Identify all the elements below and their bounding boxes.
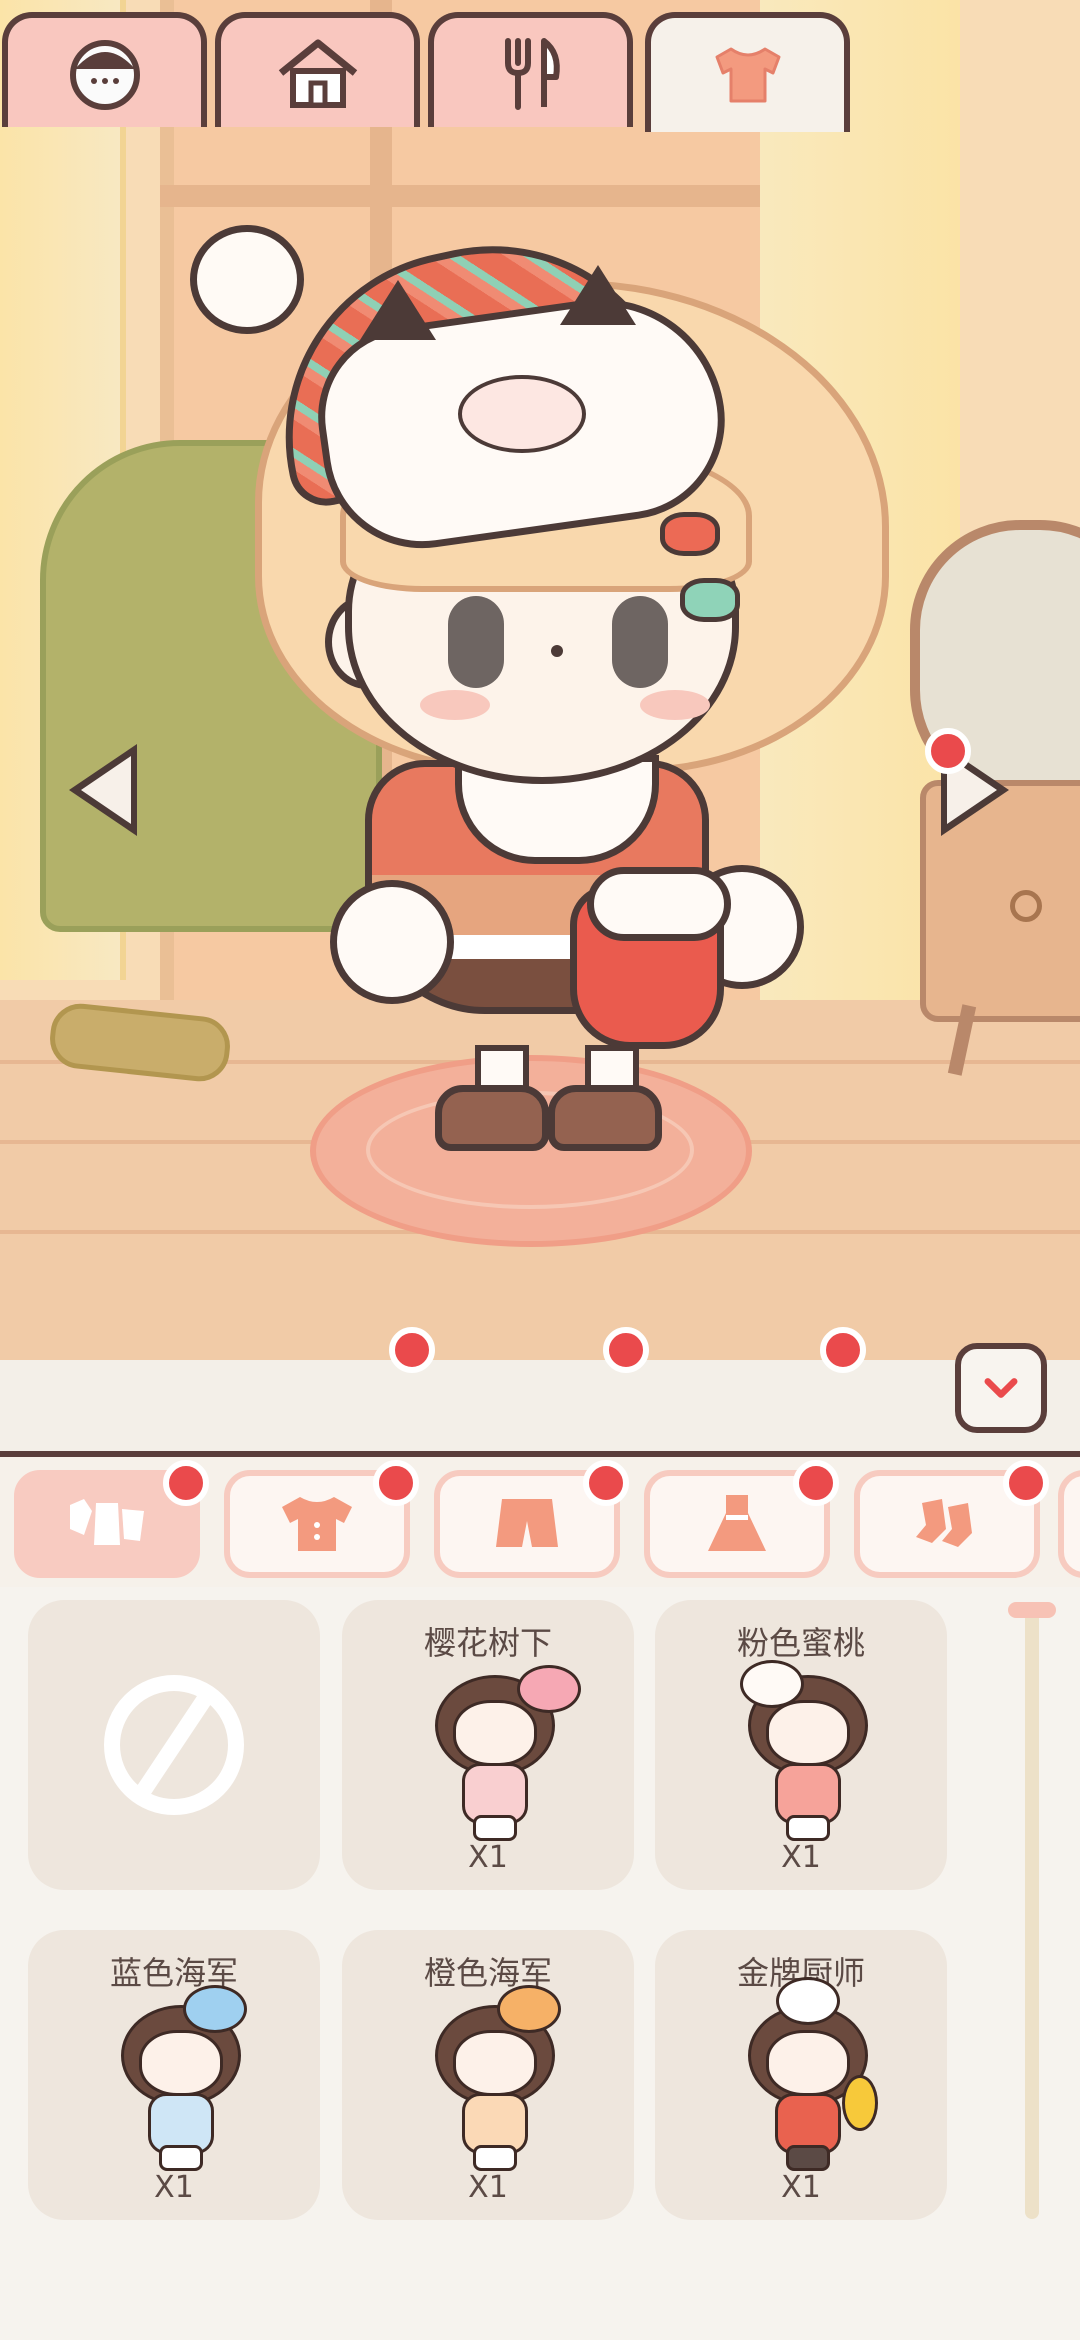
character-blush xyxy=(420,690,490,720)
item-count: X1 xyxy=(154,2170,194,2205)
chef-hat-icon xyxy=(776,1977,840,2025)
tab-home[interactable] xyxy=(215,12,420,127)
socks-icon xyxy=(916,1499,972,1547)
cat-ear xyxy=(360,280,436,340)
subtab-badge xyxy=(373,1460,419,1506)
tab-badge xyxy=(603,1327,649,1373)
collapse-panel-button[interactable] xyxy=(955,1343,1047,1433)
item-grid: 樱花树下 X1 粉色蜜桃 X1 蓝色海军 X1 橙色海军 X1 金牌厨师 X1 xyxy=(0,1587,1080,2340)
item-count: X1 xyxy=(468,1840,508,1875)
character-shoe xyxy=(548,1085,662,1151)
item-count: X1 xyxy=(781,2170,821,2205)
none-icon xyxy=(104,1675,244,1815)
dress-icon xyxy=(708,1495,766,1551)
blue-beret-icon xyxy=(183,1985,247,2033)
all-clothes-icon xyxy=(70,1499,144,1545)
cat-ear xyxy=(560,265,636,325)
drawer-knob xyxy=(1010,890,1042,922)
bear-face-decoration xyxy=(458,375,586,453)
left-arrow-icon[interactable] xyxy=(58,735,148,845)
item-card[interactable]: 蓝色海军 X1 xyxy=(28,1930,320,2220)
scrollbar-thumb[interactable] xyxy=(1008,1602,1056,1618)
fork-knife-icon xyxy=(504,37,560,110)
tab-badge xyxy=(389,1327,435,1373)
item-card[interactable]: 金牌厨师 X1 xyxy=(655,1930,947,2220)
item-doll-preview xyxy=(417,1985,567,2171)
shorts-icon xyxy=(496,1499,558,1547)
item-card[interactable]: 橙色海军 X1 xyxy=(342,1930,634,2220)
item-doll-preview xyxy=(103,1985,253,2171)
character-bag xyxy=(570,867,731,1049)
item-count: X1 xyxy=(781,1840,821,1875)
item-doll-preview xyxy=(417,1655,581,1841)
gold-spoon-icon xyxy=(842,2075,878,2131)
tab-clothes[interactable] xyxy=(645,12,850,132)
notification-dot xyxy=(925,728,971,774)
character-shoe xyxy=(435,1085,549,1151)
subtab-badge xyxy=(1003,1460,1049,1506)
house-icon xyxy=(278,39,357,108)
tab-food[interactable] xyxy=(428,12,633,127)
shirt-icon xyxy=(715,47,780,103)
character-eye xyxy=(448,596,504,688)
item-card-none[interactable] xyxy=(28,1600,320,1890)
character-blush xyxy=(640,690,710,720)
item-count: X1 xyxy=(468,2170,508,2205)
character-mitten xyxy=(330,880,454,1004)
character-nose xyxy=(551,645,563,657)
item-doll-preview xyxy=(730,1977,880,2171)
top-icon xyxy=(282,1497,352,1551)
face-icon xyxy=(69,39,140,110)
tab-face[interactable] xyxy=(2,12,207,127)
subtab-badge xyxy=(163,1460,209,1506)
sakura-flower-icon xyxy=(517,1665,581,1713)
scrollbar-track[interactable] xyxy=(1025,1607,1039,2219)
tab-badge xyxy=(820,1327,866,1373)
white-hat-icon xyxy=(740,1660,804,1708)
round-rug xyxy=(310,1055,752,1247)
subtab-badge xyxy=(793,1460,839,1506)
item-card[interactable]: 樱花树下 X1 xyxy=(342,1600,634,1890)
character-eye xyxy=(612,596,668,688)
hat-pompom xyxy=(190,225,304,334)
subtab-more[interactable] xyxy=(1058,1470,1080,1578)
hair-bow-mint xyxy=(680,578,740,622)
item-doll-preview xyxy=(730,1655,880,1841)
orange-beret-icon xyxy=(497,1985,561,2033)
room-scene xyxy=(0,0,1080,1360)
subtab-badge xyxy=(583,1460,629,1506)
chevron-down-icon xyxy=(984,1378,1018,1398)
item-card[interactable]: 粉色蜜桃 X1 xyxy=(655,1600,947,1890)
hair-bow-red xyxy=(660,512,720,556)
